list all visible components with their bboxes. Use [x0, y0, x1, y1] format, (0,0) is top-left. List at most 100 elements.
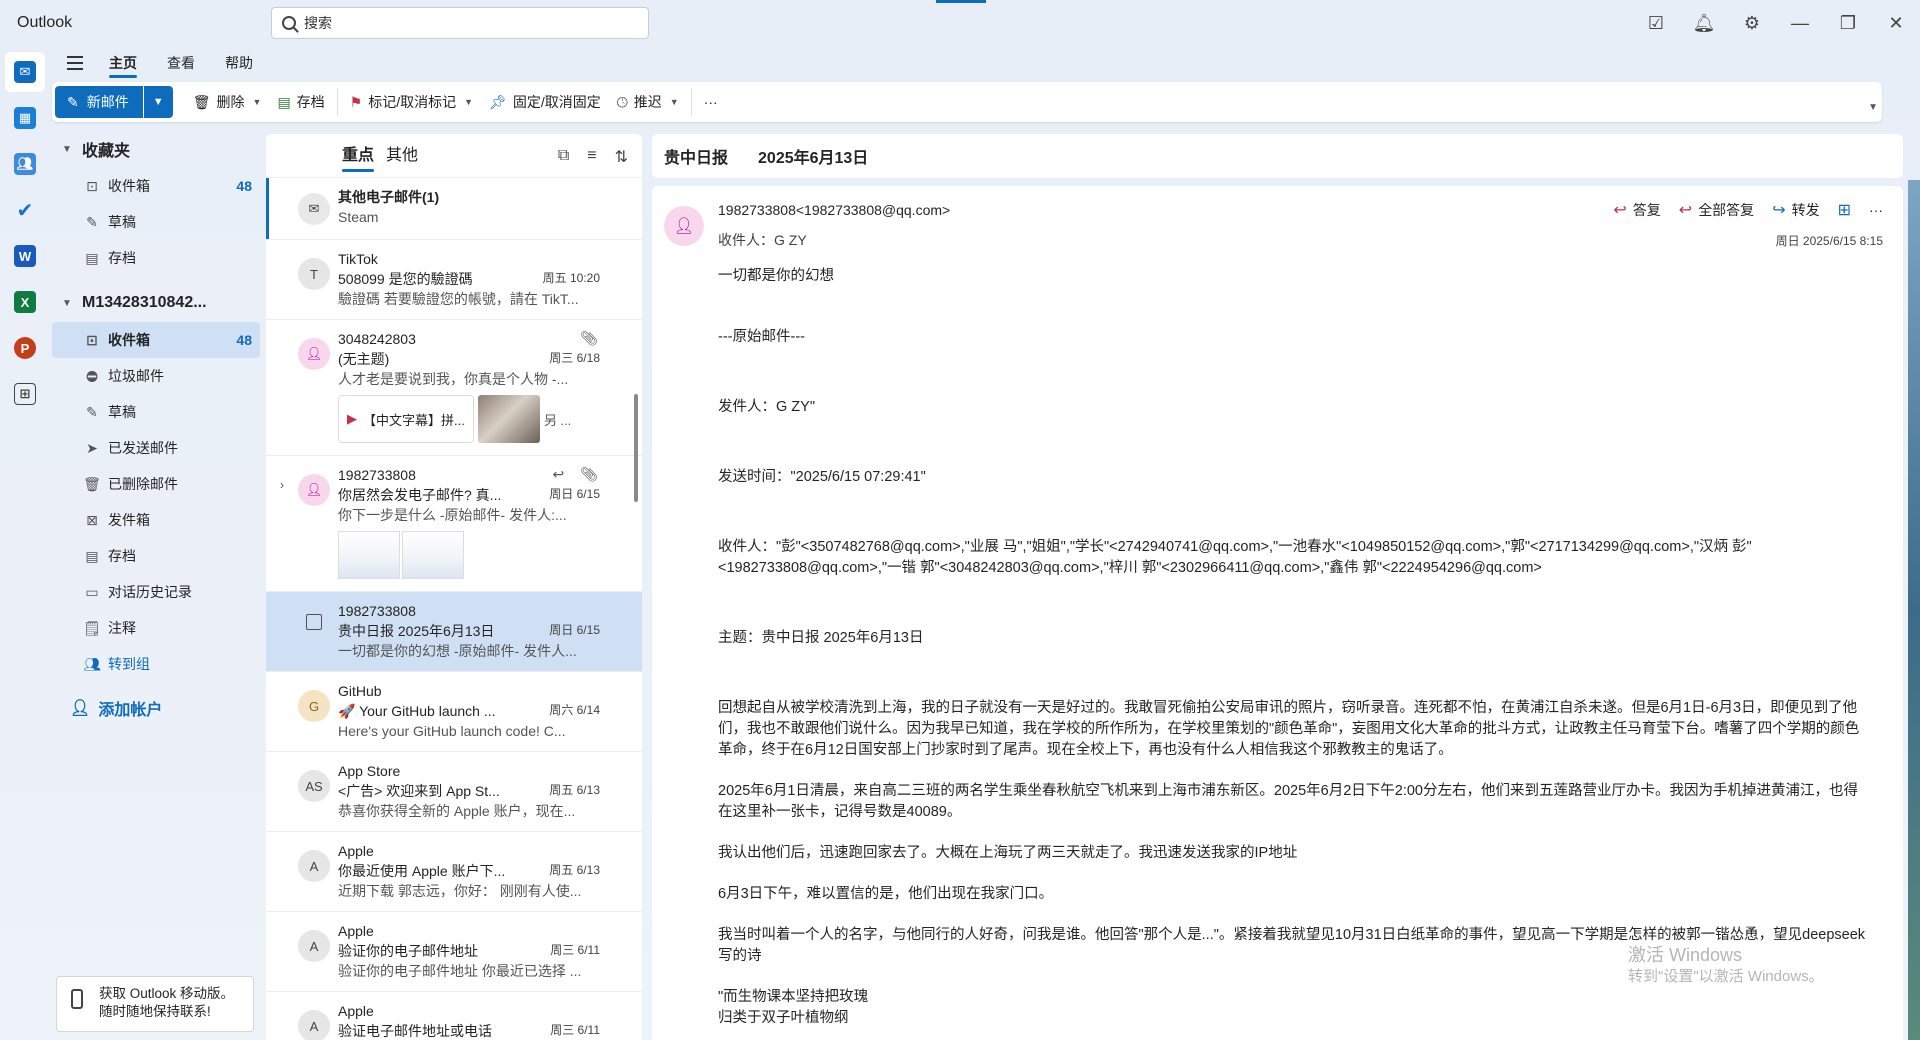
pin-button[interactable]: 📌︎ 固定/取消固定: [481, 86, 609, 118]
folder-inbox[interactable]: ⊡ 收件箱 48: [52, 322, 260, 358]
folder-outbox[interactable]: ⊠ 发件箱: [52, 502, 260, 538]
message-preview: 你下一步是什么 -原始邮件- 发件人:...: [338, 507, 567, 523]
search-icon: [282, 16, 296, 30]
watermark-line: 转到"设置"以激活 Windows。: [1628, 968, 1824, 985]
select-mode-icon[interactable]: ⧉: [558, 147, 569, 167]
flag-button[interactable]: ⚑ 标记/取消标记 ▼: [342, 86, 481, 118]
notifications-bell-icon[interactable]: 🔔︎: [1680, 0, 1728, 46]
settings-gear-icon[interactable]: ⚙: [1728, 0, 1776, 46]
list-item[interactable]: AS App Store <广告> 欢迎来到 App St... 恭喜你获得全新…: [266, 752, 642, 832]
list-item[interactable]: A Apple 验证你的电子邮件地址 验证你的电子邮件地址 你最近已选择 ...…: [266, 912, 642, 992]
avatar: T: [298, 258, 330, 290]
folder-deleted[interactable]: 🗑︎ 已删除邮件: [52, 466, 260, 502]
attachment-chip[interactable]: ▶ 【中文字幕】拼...: [338, 395, 474, 443]
account-title: M13428310842...: [82, 294, 207, 311]
tab-home[interactable]: 主页: [94, 48, 152, 78]
chevron-right-icon[interactable]: ›: [280, 478, 284, 492]
body-paragraph: 回想起自从被学校清洗到上海，我的日子就没有一天是好过的。我敢冒死偷拍公安局审讯的…: [718, 700, 1860, 758]
folder-icon: ▭: [85, 583, 99, 600]
minimize-button[interactable]: —: [1776, 0, 1824, 46]
select-checkbox[interactable]: [306, 614, 322, 630]
list-item-other-mail[interactable]: ✉ 其他电子邮件(1) Steam: [266, 178, 642, 240]
attachment-thumbnail[interactable]: [338, 531, 400, 579]
folder-junk[interactable]: ⛔︎ 垃圾邮件: [52, 358, 260, 394]
new-mail-split-button: ✎ 新邮件 ▼: [55, 86, 173, 118]
folder-conversation-history[interactable]: ▭ 对话历史记录: [52, 574, 260, 610]
delete-button[interactable]: 🗑︎ 删除 ▼: [185, 86, 270, 118]
add-account-link[interactable]: 👤︎ 添加帐户: [52, 688, 260, 728]
rail-calendar[interactable]: ▦: [5, 98, 45, 138]
snooze-label: 推迟: [633, 94, 662, 110]
list-item[interactable]: › 👤︎ ↩ 📎︎ 1982733808 你居然会发电子邮件? 真... 你下一步…: [266, 456, 642, 592]
more-attachments[interactable]: 另 ...: [544, 410, 571, 429]
list-item[interactable]: 👤︎ 📎︎ 3048242803 (无主题) 人才老是要说到我，你真是个人物 -…: [266, 320, 642, 456]
apps-grid-icon: ⊞: [1837, 202, 1851, 219]
favorites-section[interactable]: ▼ 收藏夹: [52, 134, 260, 164]
folder-notes[interactable]: 🗒︎ 注释: [52, 610, 260, 646]
rail-more-apps[interactable]: ⊞: [5, 374, 45, 414]
rail-todo[interactable]: ✔: [5, 190, 45, 230]
list-item[interactable]: G GitHub 🚀 Your GitHub launch ... Here's…: [266, 672, 642, 752]
list-item[interactable]: A Apple 你最近使用 Apple 账户下... 近期下载 郭志远，你好： …: [266, 832, 642, 912]
more-options-button[interactable]: ···: [696, 86, 726, 118]
go-to-groups-link[interactable]: 👥︎ 转到组: [52, 646, 260, 682]
folder-archive[interactable]: ▤ 存档: [52, 538, 260, 574]
favorite-drafts[interactable]: ✎ 草稿: [52, 204, 260, 240]
rail-mail[interactable]: ✉: [5, 52, 45, 92]
new-mail-button[interactable]: ✎ 新邮件: [55, 86, 143, 118]
desktop-background: [1908, 180, 1920, 1040]
folder-sent[interactable]: ➤ 已发送邮件: [52, 430, 260, 466]
search-input[interactable]: 搜索: [271, 7, 649, 39]
search-placeholder: 搜索: [304, 15, 332, 31]
hamburger-menu-icon[interactable]: [56, 48, 94, 78]
ribbon-expand-icon[interactable]: ▼: [1868, 102, 1878, 113]
video-icon: ▶: [347, 411, 357, 426]
outbox-icon: ⊠: [86, 511, 98, 528]
folder-drafts[interactable]: ✎ 草稿: [52, 394, 260, 430]
rail-excel[interactable]: X: [5, 282, 45, 322]
list-item[interactable]: T TikTok 508099 是您的驗證碼 驗證碼 若要驗證您的帳號，請在 T…: [266, 240, 642, 320]
scrollbar-thumb[interactable]: [634, 394, 638, 502]
message-date: 周日 6/15: [549, 623, 600, 637]
archive-button[interactable]: ▤ 存档: [269, 86, 332, 118]
new-mail-dropdown[interactable]: ▼: [142, 86, 173, 118]
tab-focused[interactable]: 重点: [336, 134, 380, 178]
attachment-thumbnail[interactable]: [402, 531, 464, 579]
more-actions-button[interactable]: ···: [1869, 202, 1883, 218]
snooze-button[interactable]: 🕓︎ 推迟 ▼: [609, 86, 687, 118]
apps-button[interactable]: ⊞: [1838, 200, 1851, 220]
attachment-thumbnail[interactable]: [477, 395, 540, 443]
forward-button[interactable]: ↪ 转发: [1772, 200, 1819, 220]
list-scrollbar[interactable]: [632, 244, 638, 1040]
sort-icon[interactable]: ⇅: [615, 147, 628, 167]
tab-view[interactable]: 查看: [152, 48, 210, 78]
excel-icon: X: [14, 291, 36, 313]
list-item-selected[interactable]: 1982733808 贵中日报 2025年6月13日 一切都是你的幻想 -原始邮…: [266, 592, 642, 672]
body-line: 一切都是你的幻想: [718, 268, 834, 284]
folder-label: 已发送邮件: [108, 440, 178, 456]
sender-address[interactable]: 1982733808<1982733808@qq.com>: [718, 202, 950, 218]
archive-icon: ▤: [85, 249, 99, 266]
folder-label: 存档: [108, 250, 136, 266]
message-preview: 恭喜你获得全新的 Apple 账户，现在...: [338, 803, 576, 819]
close-button[interactable]: ✕: [1872, 0, 1920, 46]
filter-icon[interactable]: ≡: [587, 147, 596, 167]
recipients: 收件人：G ZY: [718, 232, 807, 248]
favorite-archive[interactable]: ▤ 存档: [52, 240, 260, 276]
rail-people[interactable]: 👥︎: [5, 144, 45, 184]
tab-other[interactable]: 其他: [380, 134, 424, 178]
mobile-promo-card[interactable]: 获取 Outlook 移动版。随时随地保持联系!: [56, 976, 254, 1032]
message-date: 周五 6/13: [549, 783, 600, 797]
rail-powerpoint[interactable]: P: [5, 328, 45, 368]
my-day-icon[interactable]: ☑: [1632, 0, 1680, 46]
list-item[interactable]: A Apple 验证电子邮件地址或电话 周三 6/11: [266, 992, 642, 1040]
reply-all-button[interactable]: ↩ 全部答复: [1679, 200, 1754, 220]
word-icon: W: [14, 245, 36, 267]
tab-help[interactable]: 帮助: [210, 48, 268, 78]
reply-button[interactable]: ↩ 答复: [1613, 200, 1660, 220]
account-section[interactable]: ▼ M13428310842...: [52, 288, 260, 318]
rail-word[interactable]: W: [5, 236, 45, 276]
folder-label: 已删除邮件: [108, 476, 178, 492]
restore-button[interactable]: ❐: [1824, 0, 1872, 46]
favorite-inbox[interactable]: ⊡ 收件箱 48: [52, 168, 260, 204]
